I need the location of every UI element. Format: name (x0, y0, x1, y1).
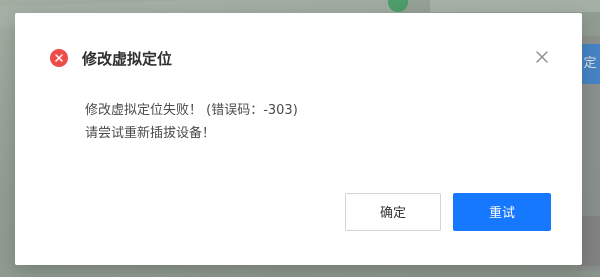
close-icon (536, 51, 548, 63)
virtual-location-dialog: 修改虚拟定位 修改虚拟定位失败！ (错误码：-303) 请尝试重新插拔设备！ 确… (15, 13, 582, 265)
right-side-blue-button: 定位 (580, 44, 600, 84)
error-circle-icon (50, 49, 68, 67)
confirm-button[interactable]: 确定 (345, 193, 441, 231)
retry-button[interactable]: 重试 (453, 193, 551, 231)
close-button[interactable] (532, 47, 552, 67)
retry-instruction: 请尝试重新插拔设备！ (85, 126, 216, 141)
map-road-secondary (430, 0, 600, 12)
error-message: 修改虚拟定位失败！ (错误码：-303) 请尝试重新插拔设备！ (85, 99, 535, 145)
dialog-footer: 确定 重试 (15, 193, 582, 233)
dialog-title: 修改虚拟定位 (82, 50, 173, 68)
error-message-line: 修改虚拟定位失败！ (错误码：-303) (85, 103, 298, 118)
dialog-header: 修改虚拟定位 (15, 13, 582, 103)
